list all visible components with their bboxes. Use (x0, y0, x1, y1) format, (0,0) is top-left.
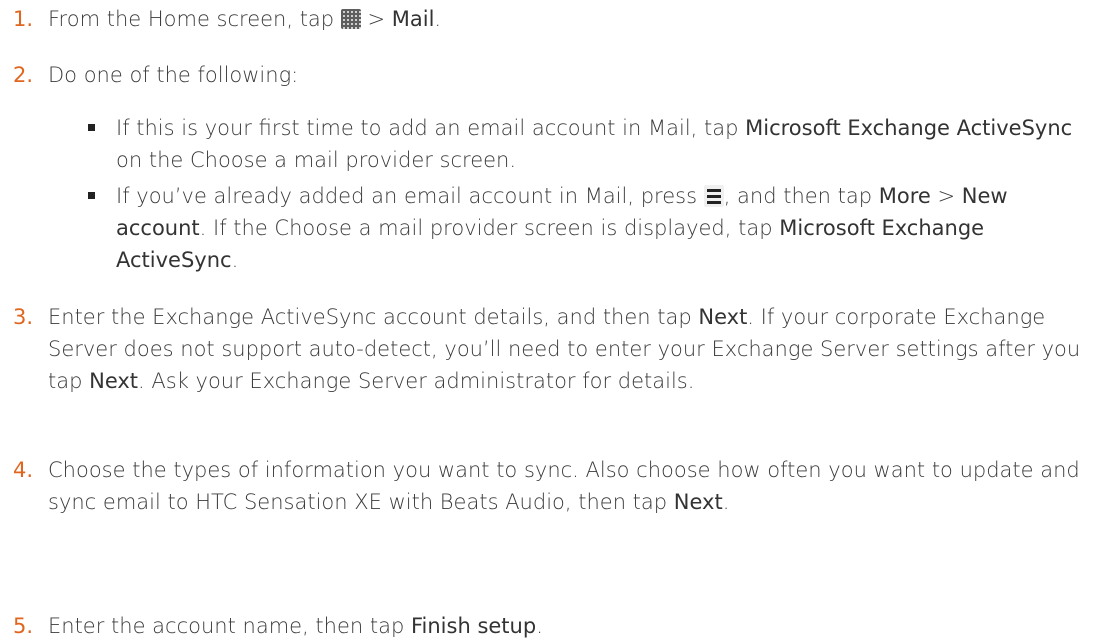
bullet-marker (88, 124, 95, 131)
mail-label: Mail (391, 7, 435, 31)
exchange-activesync-label: Microsoft Exchange ActiveSync (745, 116, 1073, 140)
next-label: Next (698, 305, 748, 329)
step-number: 3. (13, 305, 34, 329)
menu-icon (703, 185, 724, 207)
next-label: Next (673, 490, 723, 514)
step-text: From the Home screen, tap > Mail. (48, 7, 442, 31)
step-1: 1. From the Home screen, tap > Mail. (0, 3, 1100, 35)
step-number: 1. (13, 7, 34, 31)
bullet-text: If this is your first time to add an ema… (116, 116, 1073, 172)
instruction-list: 1. From the Home screen, tap > Mail. 2. … (0, 0, 1111, 643)
step-3: 3. Enter the Exchange ActiveSync account… (0, 301, 1100, 429)
list-item: If you’ve already added an email account… (88, 180, 1098, 276)
bullet-text: If you’ve already added an email account… (116, 184, 1008, 272)
step-text: Choose the types of information you want… (48, 458, 1080, 514)
step-4: 4. Choose the types of information you w… (0, 454, 1100, 550)
list-item: If this is your first time to add an ema… (88, 112, 1098, 176)
step-text: Enter the account name, then tap Finish … (48, 614, 543, 638)
finish-setup-label: Finish setup (410, 614, 537, 638)
step-2: 2. Do one of the following: (0, 59, 1100, 91)
step-5: 5. Enter the account name, then tap Fini… (0, 610, 1100, 642)
next-label: Next (89, 369, 139, 393)
step-number: 2. (13, 63, 34, 87)
step-text: Enter the Exchange ActiveSync account de… (48, 305, 1081, 393)
step-number: 4. (13, 458, 34, 482)
more-label: More (878, 184, 931, 208)
all-apps-grid-icon (340, 9, 361, 29)
bullet-marker (88, 192, 95, 199)
step-text: Do one of the following: (48, 63, 299, 87)
step-number: 5. (13, 614, 34, 638)
